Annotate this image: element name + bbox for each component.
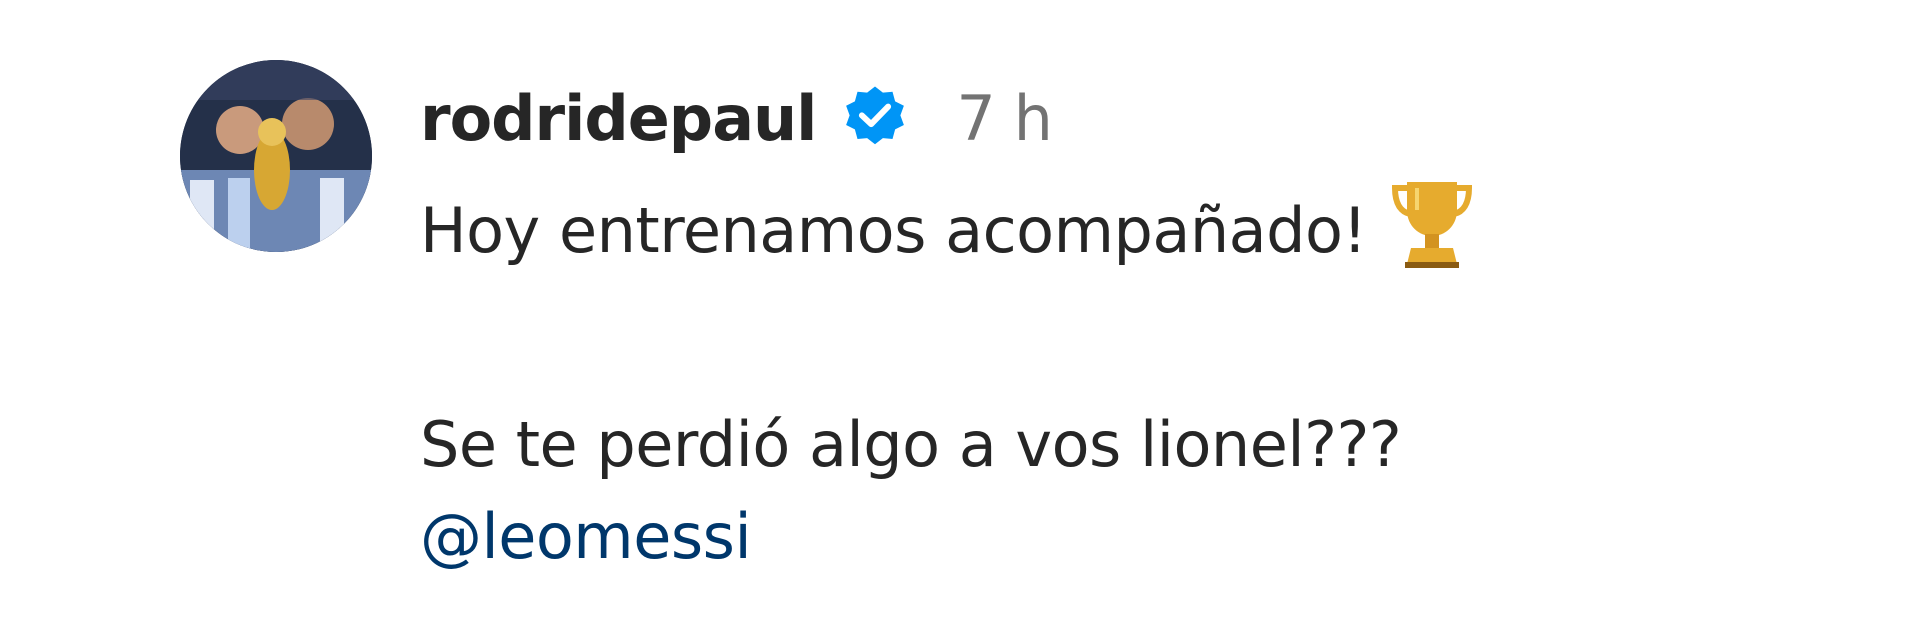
post-caption: rodridepaul 7 h Hoy entrenamos acompañad…: [0, 0, 1920, 644]
caption-line-2: Se te perdió algo a vos lionel???: [420, 408, 1402, 481]
caption-line-1: Hoy entrenamos acompañado!: [420, 174, 1820, 277]
caption-text: Hoy entrenamos acompañado! Se te perdió …: [420, 174, 1820, 583]
username-link[interactable]: rodridepaul: [420, 82, 817, 155]
verified-badge-icon: [840, 83, 910, 153]
caption-line-3: @leomessi: [420, 491, 1820, 583]
caption-line-1-text: Hoy entrenamos acompañado!: [420, 194, 1367, 267]
mention-link-leomessi[interactable]: @leomessi: [420, 500, 752, 573]
post-timestamp[interactable]: 7 h: [956, 82, 1052, 155]
avatar-photo: [180, 60, 372, 252]
trophy-icon: [1389, 174, 1475, 270]
profile-avatar[interactable]: [180, 60, 372, 252]
caption-content: rodridepaul 7 h Hoy entrenamos acompañad…: [420, 62, 1820, 583]
post-header: rodridepaul 7 h: [420, 62, 1820, 174]
